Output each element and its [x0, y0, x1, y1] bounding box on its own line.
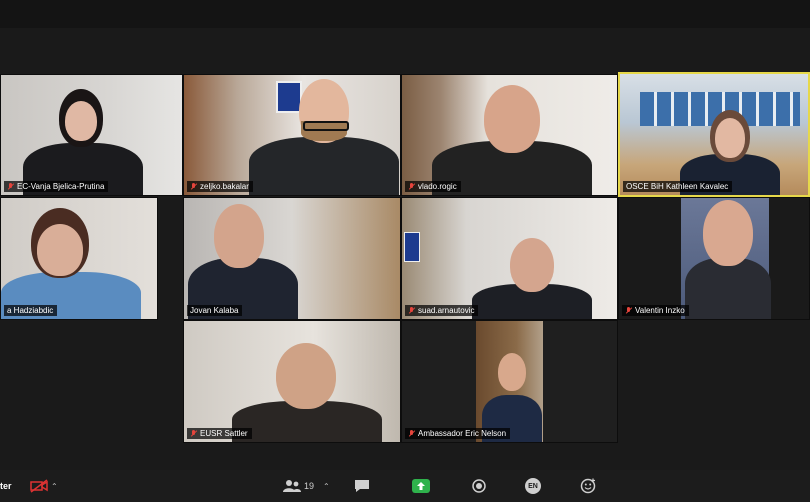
participant-video — [188, 202, 298, 319]
reactions-button[interactable] — [580, 478, 596, 494]
chevron-up-icon[interactable]: ⌃ — [323, 482, 330, 491]
muted-mic-icon — [408, 429, 415, 438]
interpretation-button[interactable]: EN — [525, 478, 541, 494]
participant-name-tag: vlado.rogic — [405, 181, 461, 192]
participant-name-tag: Valentin Inzko — [622, 305, 689, 316]
participant-name: suad.arnautovic — [418, 306, 475, 315]
participant-name: Jovan Kalaba — [190, 306, 239, 315]
participant-name: OSCE BiH Kathleen Kavalec — [626, 182, 729, 191]
chat-button[interactable] — [354, 478, 370, 494]
participant-video — [23, 85, 143, 195]
share-screen-button[interactable] — [412, 478, 430, 494]
language-label: EN — [528, 482, 538, 490]
muted-mic-icon — [190, 429, 197, 438]
video-off-icon — [30, 479, 48, 493]
muted-mic-icon — [408, 182, 415, 191]
participant-name: zeljko.bakalar — [200, 182, 249, 191]
participant-name: EUSR Sattler — [200, 429, 248, 438]
participant-name: Ambassador Eric Nelson — [418, 429, 507, 438]
record-icon — [472, 479, 486, 493]
participant-name-tag: Jovan Kalaba — [187, 305, 243, 316]
video-tile-nelson[interactable]: Ambassador Eric Nelson — [401, 320, 618, 443]
muted-mic-icon — [190, 182, 197, 191]
chat-icon — [355, 480, 369, 492]
video-tile-sattler[interactable]: EUSR Sattler — [183, 320, 401, 443]
participant-video — [432, 81, 592, 195]
participant-name-tag: suad.arnautovic — [405, 305, 479, 316]
participant-video — [472, 234, 592, 319]
record-button[interactable] — [472, 478, 486, 494]
participant-name-tag: zeljko.bakalar — [187, 181, 253, 192]
video-toggle-button[interactable]: ⌃ — [30, 478, 58, 494]
video-tile-kathleen-active-speaker[interactable]: OSCE BiH Kathleen Kavalec — [618, 72, 810, 197]
participant-name: EC-Vanja Bjelica-Prutina — [17, 182, 105, 191]
video-tile-suad[interactable]: suad.arnautovic — [401, 197, 618, 320]
video-tile-zeljko[interactable]: zeljko.bakalar — [183, 74, 401, 196]
toolbar-left-label: ter — [0, 478, 12, 494]
chevron-up-icon[interactable]: ⌃ — [51, 482, 58, 491]
video-tile-jovan[interactable]: Jovan Kalaba — [183, 197, 401, 320]
participant-name: Valentin Inzko — [635, 306, 685, 315]
video-tile-valentin[interactable]: Valentin Inzko — [618, 197, 810, 320]
participant-name: vlado.rogic — [418, 182, 457, 191]
participants-icon — [283, 480, 301, 492]
participant-video — [1, 204, 141, 319]
participant-name-tag: EC-Vanja Bjelica-Prutina — [4, 181, 109, 192]
video-tile-vanja[interactable]: EC-Vanja Bjelica-Prutina — [0, 74, 183, 196]
participant-name: a Hadziabdic — [7, 306, 54, 315]
participants-button[interactable]: 19 ⌃ — [283, 478, 330, 494]
muted-mic-icon — [7, 182, 14, 191]
participant-name-tag: EUSR Sattler — [187, 428, 252, 439]
meeting-toolbar: ter ⌃ 19 ⌃ EN — [0, 470, 810, 502]
video-tile-vlado[interactable]: vlado.rogic — [401, 74, 618, 196]
toolbar-left-text: ter — [0, 481, 12, 491]
muted-mic-icon — [408, 306, 415, 315]
muted-mic-icon — [625, 306, 632, 315]
participants-count: 19 — [304, 481, 315, 491]
reactions-icon — [580, 478, 596, 494]
participant-name-tag: Ambassador Eric Nelson — [405, 428, 511, 439]
participant-name-tag: a Hadziabdic — [4, 305, 58, 316]
participant-video — [685, 200, 771, 319]
share-screen-icon — [412, 479, 430, 493]
flag-icon — [404, 232, 420, 262]
participant-video — [232, 339, 382, 442]
participant-name-tag: OSCE BiH Kathleen Kavalec — [623, 181, 733, 192]
participant-video — [249, 77, 399, 195]
video-grid: EC-Vanja Bjelica-Prutina zeljko.bakalar … — [0, 0, 810, 470]
video-tile-hadziabdic[interactable]: a Hadziabdic — [0, 197, 158, 320]
language-badge: EN — [525, 478, 541, 494]
